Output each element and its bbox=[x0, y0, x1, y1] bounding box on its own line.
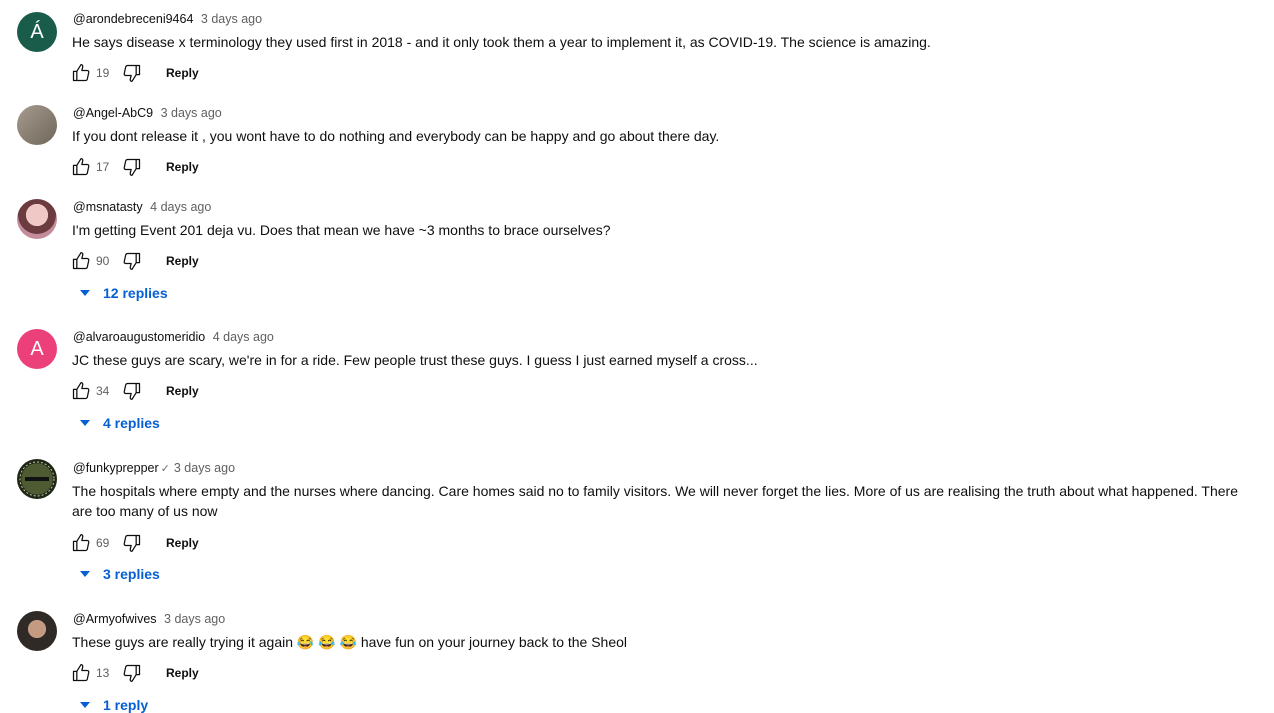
comment-text: I'm getting Event 201 deja vu. Does that… bbox=[72, 222, 611, 238]
avatar[interactable]: A bbox=[17, 329, 57, 369]
like-count: 69 bbox=[96, 536, 110, 550]
comment-date[interactable]: 3 days ago bbox=[201, 12, 262, 26]
comment-header: @funkyprepper ✓ 3 days ago bbox=[73, 461, 235, 475]
comment-author[interactable]: @msnatasty bbox=[73, 200, 143, 214]
thumbs-up-icon[interactable] bbox=[71, 63, 91, 83]
thumbs-down-icon[interactable] bbox=[122, 63, 142, 83]
like-count: 34 bbox=[96, 384, 110, 398]
thumbs-down-icon[interactable] bbox=[122, 251, 142, 271]
avatar[interactable] bbox=[17, 459, 57, 499]
comment-text: If you dont release it , you wont have t… bbox=[72, 128, 720, 144]
avatar[interactable] bbox=[17, 199, 57, 239]
thumbs-down-icon[interactable] bbox=[122, 381, 142, 401]
reply-button[interactable]: Reply bbox=[166, 666, 199, 680]
thumbs-up-icon[interactable] bbox=[71, 157, 91, 177]
checkmark-icon: ✓ bbox=[160, 463, 170, 475]
comment-actions: 17 Reply bbox=[71, 155, 199, 179]
comment-actions: 13 Reply bbox=[71, 661, 199, 685]
view-replies-button[interactable]: 3 replies bbox=[79, 566, 160, 582]
avatar-initial: A bbox=[30, 337, 44, 360]
thumbs-up-icon[interactable] bbox=[71, 381, 91, 401]
caret-down-icon bbox=[80, 702, 90, 708]
comment-date[interactable]: 3 days ago bbox=[161, 106, 222, 120]
comment-text: JC these guys are scary, we're in for a … bbox=[72, 352, 758, 368]
like-count: 13 bbox=[96, 666, 110, 680]
view-replies-button[interactable]: 4 replies bbox=[79, 415, 160, 431]
replies-count-label: 1 reply bbox=[103, 697, 149, 713]
avatar[interactable] bbox=[17, 105, 57, 145]
comment-header: @alvaroaugustomeridio 4 days ago bbox=[73, 330, 274, 344]
reply-button[interactable]: Reply bbox=[166, 66, 199, 80]
reply-button[interactable]: Reply bbox=[166, 536, 199, 550]
thumbs-down-icon[interactable] bbox=[122, 663, 142, 683]
avatar[interactable] bbox=[17, 611, 57, 651]
comment-text: He says disease x terminology they used … bbox=[72, 34, 931, 50]
like-count: 17 bbox=[96, 160, 110, 174]
like-count: 19 bbox=[96, 66, 110, 80]
view-replies-button[interactable]: 1 reply bbox=[79, 697, 148, 713]
comment-date[interactable]: 3 days ago bbox=[174, 461, 235, 475]
reply-button[interactable]: Reply bbox=[166, 254, 199, 268]
comment-actions: 34 Reply bbox=[71, 379, 199, 403]
comment-author[interactable]: @Armyofwives bbox=[73, 612, 157, 626]
comment-text: The hospitals where empty and the nurses… bbox=[72, 483, 1238, 519]
comment-actions: 90 Reply bbox=[71, 249, 199, 273]
comment-actions: 69 Reply bbox=[71, 531, 199, 555]
comment-actions: 19 Reply bbox=[71, 61, 199, 85]
replies-count-label: 3 replies bbox=[103, 566, 160, 582]
comment-text: These guys are really trying it again 😂 … bbox=[72, 634, 628, 650]
reply-button[interactable]: Reply bbox=[166, 160, 199, 174]
comment-date[interactable]: 4 days ago bbox=[213, 330, 274, 344]
avatar-initial: Á bbox=[30, 20, 44, 43]
comment-author[interactable]: @funkyprepper bbox=[73, 461, 159, 475]
replies-count-label: 4 replies bbox=[103, 415, 160, 431]
comment-header: @Angel-AbC9 3 days ago bbox=[73, 106, 222, 120]
caret-down-icon bbox=[80, 420, 90, 426]
thumbs-up-icon[interactable] bbox=[71, 663, 91, 683]
comment-author[interactable]: @Angel-AbC9 bbox=[73, 106, 153, 120]
caret-down-icon bbox=[80, 571, 90, 577]
like-count: 90 bbox=[96, 254, 110, 268]
thumbs-up-icon[interactable] bbox=[71, 251, 91, 271]
caret-down-icon bbox=[80, 290, 90, 296]
comment-date[interactable]: 4 days ago bbox=[150, 200, 211, 214]
comment-date[interactable]: 3 days ago bbox=[164, 612, 225, 626]
replies-count-label: 12 replies bbox=[103, 285, 168, 301]
comment-author[interactable]: @arondebreceni9464 bbox=[73, 12, 193, 26]
thumbs-down-icon[interactable] bbox=[122, 157, 142, 177]
comment-header: @msnatasty 4 days ago bbox=[73, 200, 211, 214]
logo-icon bbox=[19, 461, 55, 497]
comment-header: @Armyofwives 3 days ago bbox=[73, 612, 225, 626]
avatar[interactable]: Á bbox=[17, 12, 57, 52]
comment-header: @arondebreceni9464 3 days ago bbox=[73, 12, 262, 26]
comment-author[interactable]: @alvaroaugustomeridio bbox=[73, 330, 205, 344]
reply-button[interactable]: Reply bbox=[166, 384, 199, 398]
thumbs-down-icon[interactable] bbox=[122, 533, 142, 553]
view-replies-button[interactable]: 12 replies bbox=[79, 285, 168, 301]
thumbs-up-icon[interactable] bbox=[71, 533, 91, 553]
